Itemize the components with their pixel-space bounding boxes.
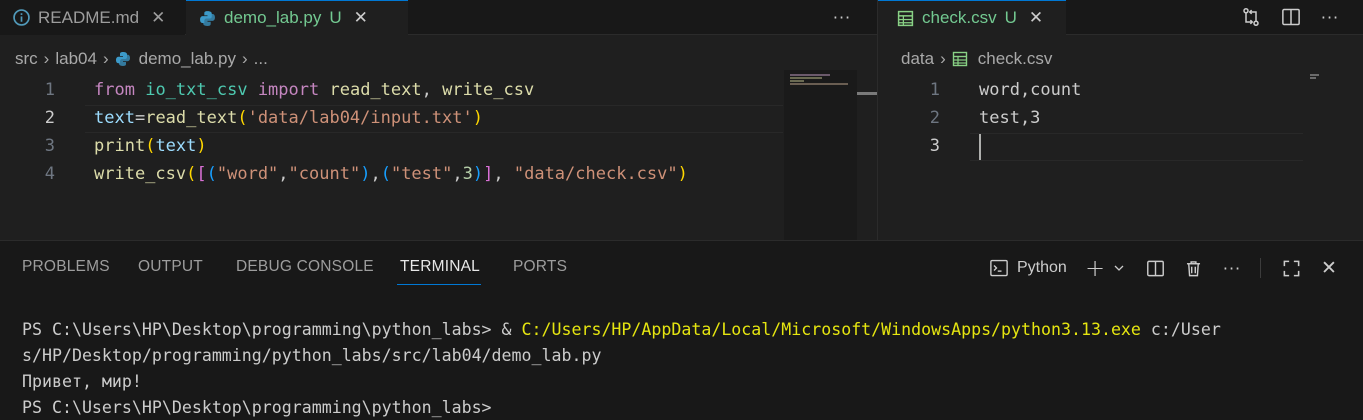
minimap[interactable] xyxy=(1304,70,1344,240)
untracked-badge: U xyxy=(329,8,342,27)
trash-icon[interactable] xyxy=(1180,255,1206,281)
tab-output[interactable]: OUTPUT xyxy=(138,258,203,276)
code-line: word,count xyxy=(979,80,1082,100)
terminal-line-1: PS C:\Users\HP\Desktop\programming\pytho… xyxy=(22,320,1221,339)
breadcrumb-lab04[interactable]: lab04 xyxy=(55,49,97,69)
breadcrumb-src[interactable]: src xyxy=(15,49,38,69)
terminal-shell-label[interactable]: Python xyxy=(1017,259,1067,277)
current-line-highlight xyxy=(85,105,783,133)
close-panel-icon[interactable]: ✕ xyxy=(1317,255,1341,281)
more-actions-icon[interactable]: ··· xyxy=(828,4,856,30)
breadcrumb-symbol[interactable]: ... xyxy=(254,49,268,69)
chevron-right-icon: › xyxy=(241,49,248,68)
tab-terminal[interactable]: TERMINAL xyxy=(400,258,480,276)
code-line: write_csv([("word","count"),("test",3)],… xyxy=(94,164,688,184)
python-icon xyxy=(115,51,131,67)
minimap[interactable] xyxy=(784,70,857,240)
csv-table-icon xyxy=(952,51,968,67)
scrollbar[interactable] xyxy=(857,70,877,240)
tab-problems[interactable]: PROBLEMS xyxy=(22,258,110,276)
split-editor-icon[interactable] xyxy=(1278,4,1304,30)
line-number: 1 xyxy=(44,80,55,100)
split-terminal-icon[interactable] xyxy=(1142,255,1168,281)
csv-table-icon xyxy=(896,9,914,27)
breadcrumb-file[interactable]: check.csv xyxy=(978,49,1053,69)
editor-group-divider[interactable] xyxy=(877,0,878,240)
close-icon[interactable]: ✕ xyxy=(151,8,165,28)
breadcrumb: src › lab04 › demo_lab.py › ... xyxy=(15,45,268,73)
line-number: 2 xyxy=(929,108,940,128)
tab-readme-label: README.md xyxy=(38,7,140,27)
breadcrumb-data[interactable]: data xyxy=(901,49,934,69)
terminal-line-4[interactable]: PS C:\Users\HP\Desktop\programming\pytho… xyxy=(22,395,492,420)
current-line-highlight xyxy=(970,133,1303,161)
bottom-panel: PROBLEMS OUTPUT DEBUG CONSOLE TERMINAL P… xyxy=(0,240,1363,420)
tab-check-csv-label: check.csv xyxy=(922,8,997,27)
info-icon xyxy=(12,9,30,27)
code-line: from io_txt_csv import read_text, write_… xyxy=(94,80,535,100)
line-number: 4 xyxy=(44,164,55,184)
more-actions-icon[interactable]: ··· xyxy=(1218,255,1246,281)
python-icon xyxy=(198,9,216,27)
terminal-line-3: Привет, мир! xyxy=(22,372,142,391)
line-number: 1 xyxy=(929,80,940,100)
active-tab-indicator xyxy=(397,284,481,285)
text-cursor xyxy=(979,134,981,160)
close-icon[interactable]: ✕ xyxy=(354,8,368,28)
code-line: test,3 xyxy=(979,108,1041,128)
tab-readme[interactable]: README.md ✕ xyxy=(0,0,185,35)
breadcrumb: data › check.csv xyxy=(901,45,1052,73)
chevron-right-icon: › xyxy=(940,49,946,68)
more-actions-icon[interactable]: ··· xyxy=(1316,4,1344,30)
tab-ports[interactable]: PORTS xyxy=(513,258,567,276)
plus-icon[interactable]: + xyxy=(1083,254,1107,282)
untracked-badge: U xyxy=(1004,8,1017,27)
chevron-down-icon[interactable] xyxy=(1110,258,1128,278)
terminal-line-2: s/HP/Desktop/programming/python_labs/src… xyxy=(22,346,602,365)
tab-demo-lab-label: demo_lab.py xyxy=(224,8,322,27)
line-number: 3 xyxy=(44,136,55,156)
line-number: 3 xyxy=(929,136,940,156)
chevron-right-icon: › xyxy=(102,49,109,68)
breadcrumb-file[interactable]: demo_lab.py xyxy=(139,49,236,69)
maximize-panel-icon[interactable] xyxy=(1278,255,1304,281)
tab-debug-console[interactable]: DEBUG CONSOLE xyxy=(236,258,374,276)
line-number: 2 xyxy=(44,108,55,128)
terminal-icon xyxy=(987,256,1011,280)
open-changes-icon[interactable] xyxy=(1238,4,1264,30)
toolbar-separator xyxy=(1260,258,1261,278)
terminal-exe-path: C:/Users/HP/AppData/Local/Microsoft/Wind… xyxy=(521,320,1141,339)
code-line: print(text) xyxy=(94,136,207,156)
tab-check-csv[interactable]: check.csv U ✕ xyxy=(878,0,1066,35)
chevron-right-icon: › xyxy=(43,49,50,68)
tab-demo-lab[interactable]: demo_lab.py U ✕ xyxy=(186,0,408,35)
close-icon[interactable]: ✕ xyxy=(1029,8,1043,28)
